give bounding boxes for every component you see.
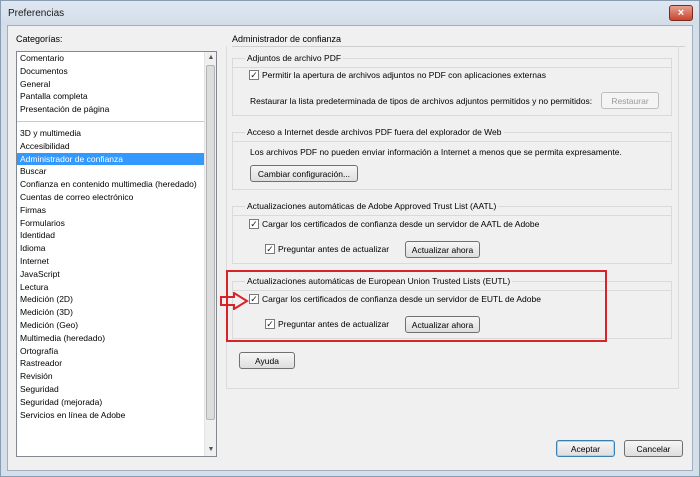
allow-attachments-checkbox[interactable]: ✓: [249, 70, 259, 80]
category-item[interactable]: Seguridad: [17, 383, 204, 396]
aatl-group-title: Actualizaciones automáticas de Adobe App…: [245, 201, 499, 211]
aatl-ask-label: Preguntar antes de actualizar: [278, 244, 390, 254]
category-item[interactable]: Firmas: [17, 204, 204, 217]
allow-attachments-label: Permitir la apertura de archivos adjunto…: [262, 70, 546, 80]
category-item[interactable]: 3D y multimedia: [17, 127, 204, 140]
annotation-arrow-icon: [220, 292, 249, 310]
restore-text: Restaurar la lista predeterminada de tip…: [250, 96, 593, 106]
category-item[interactable]: Cuentas de correo electrónico: [17, 191, 204, 204]
category-item[interactable]: Idioma: [17, 242, 204, 255]
category-item[interactable]: Confianza en contenido multimedia (hered…: [17, 178, 204, 191]
aatl-load-row[interactable]: ✓ Cargar los certificados de confianza d…: [249, 219, 539, 229]
change-settings-button[interactable]: Cambiar configuración...: [250, 165, 358, 182]
category-item[interactable]: Accesibilidad: [17, 140, 204, 153]
category-item[interactable]: Comentario: [17, 52, 204, 65]
category-item[interactable]: JavaScript: [17, 268, 204, 281]
category-item[interactable]: Documentos: [17, 65, 204, 78]
aatl-group-line: [233, 215, 671, 216]
category-item[interactable]: Revisión: [17, 370, 204, 383]
attachments-group-title: Adjuntos de archivo PDF: [245, 53, 344, 63]
category-item[interactable]: Multimedia (heredado): [17, 332, 204, 345]
window-title: Preferencias: [8, 8, 65, 19]
categories-scrollbar[interactable]: ▲ ▼: [204, 52, 216, 456]
category-item[interactable]: Presentación de página: [17, 103, 204, 116]
category-item[interactable]: Medición (3D): [17, 306, 204, 319]
aatl-load-checkbox[interactable]: ✓: [249, 219, 259, 229]
category-item[interactable]: Identidad: [17, 229, 204, 242]
category-item[interactable]: Medición (2D): [17, 293, 204, 306]
category-item[interactable]: Lectura: [17, 281, 204, 294]
categories-list[interactable]: Comentario Documentos General Pantalla comp…: [16, 51, 217, 457]
category-item[interactable]: Medición (Geo): [17, 319, 204, 332]
attachments-group-line: [233, 67, 671, 68]
aatl-ask-checkbox[interactable]: ✓: [265, 244, 275, 254]
category-item[interactable]: Servicios en línea de Adobe: [17, 409, 204, 422]
categories-items: Comentario Documentos General Pantalla comp…: [17, 52, 204, 421]
internet-group-title: Acceso a Internet desde archivos PDF fue…: [245, 127, 504, 137]
internet-description: Los archivos PDF no pueden enviar inform…: [250, 147, 622, 157]
internet-group-line: [233, 141, 671, 142]
aatl-load-label: Cargar los certificados de confianza des…: [262, 219, 540, 229]
annotation-highlight-box: [226, 270, 607, 342]
scroll-up-icon[interactable]: ▲: [205, 52, 216, 64]
category-item[interactable]: Buscar: [17, 165, 204, 178]
section-title: Administrador de confianza: [232, 34, 342, 44]
category-item[interactable]: General: [17, 78, 204, 91]
categories-label: Categorías:: [16, 34, 63, 44]
close-button[interactable]: ×: [669, 5, 693, 21]
category-item[interactable]: Ortografía: [17, 345, 204, 358]
category-item[interactable]: Internet: [17, 255, 204, 268]
allow-attachments-row[interactable]: ✓ Permitir la apertura de archivos adjun…: [249, 70, 546, 80]
accept-button[interactable]: Aceptar: [556, 440, 615, 457]
aatl-ask-row[interactable]: ✓ Preguntar antes de actualizar: [265, 244, 389, 254]
scroll-thumb[interactable]: [206, 65, 215, 420]
aatl-update-button[interactable]: Actualizar ahora: [405, 241, 480, 258]
category-item[interactable]: Administrador de confianza: [17, 152, 204, 166]
scroll-down-icon[interactable]: ▼: [205, 444, 216, 456]
help-button[interactable]: Ayuda: [239, 352, 295, 369]
category-separator: [17, 116, 204, 122]
category-item[interactable]: Formularios: [17, 217, 204, 230]
category-item[interactable]: Seguridad (mejorada): [17, 396, 204, 409]
title-bar[interactable]: Preferencias ×: [1, 1, 699, 25]
category-item[interactable]: Rastreador: [17, 357, 204, 370]
category-item[interactable]: Pantalla completa: [17, 90, 204, 103]
restore-button[interactable]: Restaurar: [601, 92, 659, 109]
cancel-button[interactable]: Cancelar: [624, 440, 683, 457]
